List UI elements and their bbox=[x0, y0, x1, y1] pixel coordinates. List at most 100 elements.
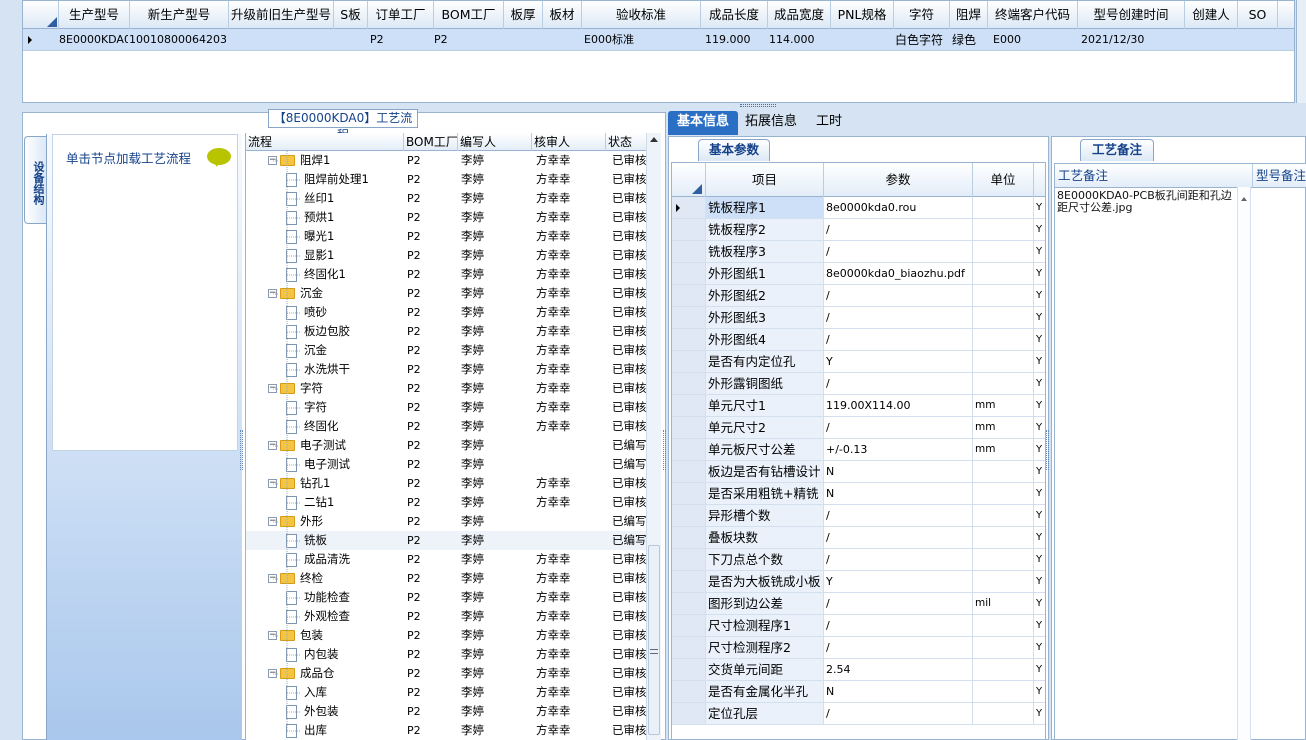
tree-row[interactable]: − 钻孔1 P2 李婷 方幸幸 已审核 bbox=[246, 474, 647, 493]
param-row[interactable]: 是否有内定位孔 Y Y bbox=[672, 351, 1045, 373]
tree-cell-reviewer[interactable]: 方幸幸 bbox=[536, 702, 608, 721]
tree-cell-reviewer[interactable]: 方幸幸 bbox=[536, 607, 608, 626]
col-header-pnl[interactable]: PNL规格 bbox=[831, 1, 894, 29]
tree-cell-writer[interactable]: 李婷 bbox=[461, 265, 533, 284]
param-value[interactable]: / bbox=[824, 505, 973, 526]
param-row[interactable]: 外形露铜图纸 / Y bbox=[672, 373, 1045, 395]
tree-row[interactable]: − 包装 P2 李婷 方幸幸 已审核 bbox=[246, 626, 647, 645]
tree-cell-writer[interactable]: 李婷 bbox=[461, 550, 533, 569]
tree-cell-bom[interactable]: P2 bbox=[407, 588, 461, 607]
param-unit[interactable]: mm bbox=[973, 417, 1034, 438]
tree-row[interactable]: 曝光1 P2 李婷 方幸幸 已审核 bbox=[246, 227, 647, 246]
param-value[interactable]: / bbox=[824, 285, 973, 306]
tree-cell-bom[interactable]: P2 bbox=[407, 569, 461, 588]
param-item[interactable]: 下刀点总个数 bbox=[706, 549, 824, 570]
param-row[interactable]: 是否为大板铣成小板 Y Y bbox=[672, 571, 1045, 593]
col-header-bom-factory[interactable]: BOM工厂 bbox=[434, 1, 504, 29]
param-unit[interactable] bbox=[973, 571, 1034, 592]
tree-cell-reviewer[interactable]: 方幸幸 bbox=[536, 303, 608, 322]
tree-cell-writer[interactable]: 李婷 bbox=[461, 208, 533, 227]
tree-row[interactable]: 二钻1 P2 李婷 方幸幸 已审核 bbox=[246, 493, 647, 512]
param-unit[interactable] bbox=[973, 461, 1034, 482]
param-flag[interactable]: Y bbox=[1034, 307, 1045, 328]
col-header-creator[interactable]: 创建人 bbox=[1185, 1, 1238, 29]
tree-cell-reviewer[interactable]: 方幸幸 bbox=[536, 284, 608, 303]
param-item[interactable]: 定位孔层 bbox=[706, 703, 824, 724]
param-unit[interactable] bbox=[973, 527, 1034, 548]
tab-basic-params[interactable]: 基本参数 bbox=[698, 139, 770, 161]
tree-cell-reviewer[interactable]: 方幸幸 bbox=[536, 569, 608, 588]
tree-cell-writer[interactable]: 李婷 bbox=[461, 493, 533, 512]
row-indicator[interactable] bbox=[672, 483, 706, 504]
tree-cell-writer[interactable]: 李婷 bbox=[461, 721, 533, 740]
param-item[interactable]: 尺寸检测程序2 bbox=[706, 637, 824, 658]
param-unit[interactable] bbox=[973, 329, 1034, 350]
row-indicator[interactable] bbox=[672, 593, 706, 614]
tree-row[interactable]: − 沉金 P2 李婷 方幸幸 已审核 bbox=[246, 284, 647, 303]
tree-cell-writer[interactable]: 李婷 bbox=[461, 151, 533, 170]
tree-row[interactable]: 板边包胶 P2 李婷 方幸幸 已审核 bbox=[246, 322, 647, 341]
table-row[interactable]: 8E0000KDA0 10010800064203 P2 P2 E000标准 1… bbox=[23, 29, 1294, 51]
tree-row[interactable]: 喷砂 P2 李婷 方幸幸 已审核 bbox=[246, 303, 647, 322]
param-flag[interactable]: Y bbox=[1034, 659, 1045, 680]
param-row[interactable]: 单元尺寸1 119.00X114.00 mm Y bbox=[672, 395, 1045, 417]
tree-col-bom[interactable]: BOM工厂 bbox=[404, 133, 458, 151]
param-item[interactable]: 异形槽个数 bbox=[706, 505, 824, 526]
tree-cell-bom[interactable]: P2 bbox=[407, 227, 461, 246]
tree-row[interactable]: 沉金 P2 李婷 方幸幸 已审核 bbox=[246, 341, 647, 360]
tree-cell-writer[interactable]: 李婷 bbox=[461, 512, 533, 531]
col-header-material[interactable]: 板材 bbox=[543, 1, 582, 29]
param-item[interactable]: 板边是否有钻槽设计 bbox=[706, 461, 824, 482]
tree-cell-reviewer[interactable]: 方幸幸 bbox=[536, 170, 608, 189]
tree-cell-reviewer[interactable]: 方幸幸 bbox=[536, 721, 608, 740]
param-item[interactable]: 外形露铜图纸 bbox=[706, 373, 824, 394]
param-row[interactable]: 外形图纸2/ Y bbox=[672, 285, 1045, 307]
tab-process-notes[interactable]: 工艺备注 bbox=[1080, 139, 1154, 161]
row-indicator[interactable] bbox=[672, 505, 706, 526]
param-item[interactable]: 尺寸检测程序1 bbox=[706, 615, 824, 636]
col-header-char[interactable]: 字符 bbox=[894, 1, 950, 29]
tree-row[interactable]: 外包装 P2 李婷 方幸幸 已审核 bbox=[246, 702, 647, 721]
col-header-s-board[interactable]: S板 bbox=[334, 1, 368, 29]
tree-row[interactable]: 电子测试 P2 李婷 已编写 bbox=[246, 455, 647, 474]
tree-cell-reviewer[interactable] bbox=[536, 531, 608, 550]
tree-cell-writer[interactable]: 李婷 bbox=[461, 683, 533, 702]
tree-cell-reviewer[interactable]: 方幸幸 bbox=[536, 208, 608, 227]
tree-cell-writer[interactable]: 李婷 bbox=[461, 284, 533, 303]
col-header-solder[interactable]: 阻焊 bbox=[950, 1, 988, 29]
params-col-unit[interactable]: 单位 bbox=[973, 163, 1034, 197]
param-item[interactable]: 叠板块数 bbox=[706, 527, 824, 548]
cell-order-factory[interactable]: P2 bbox=[367, 29, 427, 51]
tree-row[interactable]: − 字符 P2 李婷 方幸幸 已审核 bbox=[246, 379, 647, 398]
tree-cell-bom[interactable]: P2 bbox=[407, 721, 461, 740]
param-flag[interactable]: Y bbox=[1034, 637, 1045, 658]
cell-char[interactable]: 白色字符 bbox=[892, 29, 950, 51]
col-header-width[interactable]: 成品宽度 bbox=[768, 1, 831, 29]
param-item[interactable]: 外形图纸3 bbox=[706, 307, 824, 328]
param-value[interactable]: 8e0000kda0_biaozhu.pdf bbox=[824, 263, 973, 284]
tree-cell-reviewer[interactable] bbox=[536, 512, 608, 531]
row-indicator[interactable] bbox=[672, 395, 706, 416]
tree-cell-reviewer[interactable]: 方幸幸 bbox=[536, 227, 608, 246]
row-indicator[interactable] bbox=[672, 439, 706, 460]
param-value[interactable]: N bbox=[824, 681, 973, 702]
tree-cell-writer[interactable]: 李婷 bbox=[461, 436, 533, 455]
param-unit[interactable] bbox=[973, 197, 1034, 218]
param-unit[interactable] bbox=[973, 351, 1034, 372]
tree-cell-reviewer[interactable] bbox=[536, 436, 608, 455]
param-unit[interactable] bbox=[973, 703, 1034, 724]
horizontal-splitter[interactable] bbox=[0, 103, 1306, 111]
param-row[interactable]: 铣板程序1 8e0000kda0.rou Y bbox=[672, 197, 1045, 219]
tree-cell-reviewer[interactable]: 方幸幸 bbox=[536, 398, 608, 417]
param-value[interactable]: / bbox=[824, 373, 973, 394]
row-indicator[interactable] bbox=[672, 241, 706, 262]
tree-cell-bom[interactable]: P2 bbox=[407, 265, 461, 284]
param-item[interactable]: 是否为大板铣成小板 bbox=[706, 571, 824, 592]
row-indicator[interactable] bbox=[672, 703, 706, 724]
tree-cell-bom[interactable]: P2 bbox=[407, 151, 461, 170]
param-flag[interactable]: Y bbox=[1034, 593, 1045, 614]
tab-basic-info[interactable]: 基本信息 bbox=[668, 111, 738, 135]
row-indicator[interactable] bbox=[672, 527, 706, 548]
tree-cell-writer[interactable]: 李婷 bbox=[461, 474, 533, 493]
row-indicator[interactable] bbox=[672, 329, 706, 350]
